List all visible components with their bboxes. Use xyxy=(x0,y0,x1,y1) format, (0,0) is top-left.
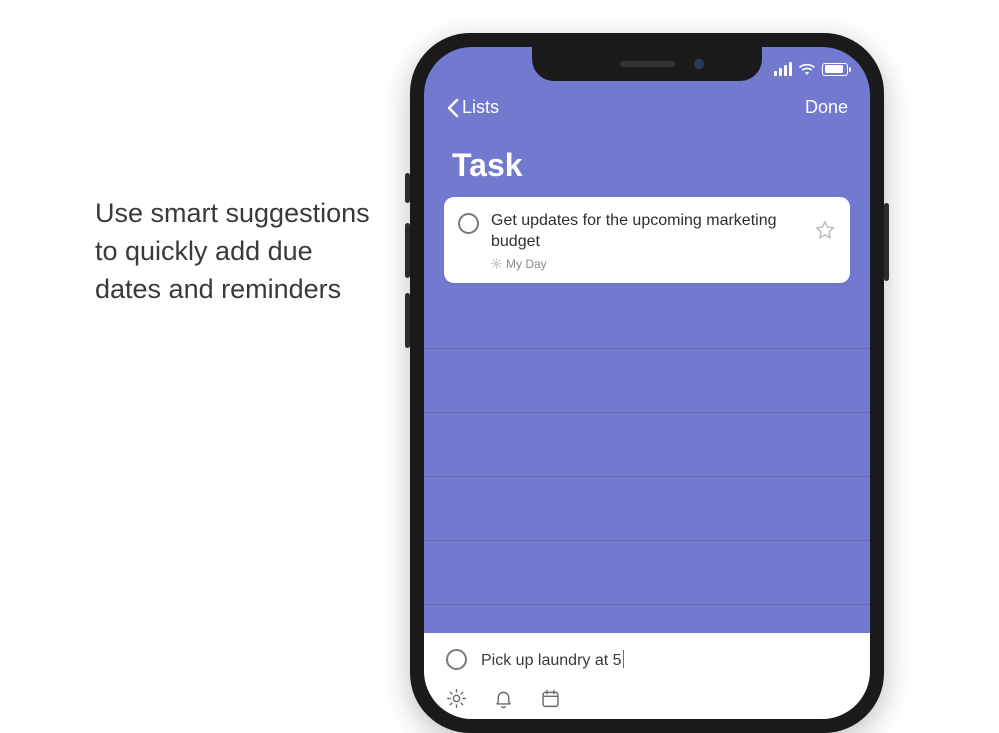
phone-frame: Lists Done Task Get updates for the upco… xyxy=(410,33,884,733)
task-sublabel: My Day xyxy=(491,257,802,271)
marketing-caption: Use smart suggestions to quickly add due… xyxy=(95,195,375,308)
phone-speaker xyxy=(620,61,675,67)
new-task-input[interactable]: Pick up laundry at 5 xyxy=(481,650,624,670)
sun-icon[interactable] xyxy=(446,688,467,709)
done-button[interactable]: Done xyxy=(805,97,848,118)
battery-icon xyxy=(822,63,848,76)
phone-screen: Lists Done Task Get updates for the upco… xyxy=(424,47,870,719)
phone-notch xyxy=(532,47,762,81)
back-button[interactable]: Lists xyxy=(446,97,499,118)
task-complete-radio[interactable] xyxy=(458,213,479,234)
bell-icon[interactable] xyxy=(493,688,514,709)
phone-volume-up xyxy=(405,223,410,278)
task-title: Get updates for the upcoming marketing b… xyxy=(491,211,802,253)
phone-mute-switch xyxy=(405,173,410,203)
star-icon[interactable] xyxy=(814,219,836,241)
new-task-panel: Pick up laundry at 5 xyxy=(424,633,870,719)
chevron-left-icon xyxy=(446,98,460,118)
phone-power-button xyxy=(884,203,889,281)
calendar-icon[interactable] xyxy=(540,688,561,709)
signal-icon xyxy=(774,62,792,76)
text-cursor xyxy=(623,650,625,668)
nav-bar: Lists Done xyxy=(424,97,870,118)
page-title: Task xyxy=(452,147,523,184)
sun-icon xyxy=(491,258,502,269)
status-bar xyxy=(774,47,848,91)
phone-volume-down xyxy=(405,293,410,348)
task-card[interactable]: Get updates for the upcoming marketing b… xyxy=(444,197,850,283)
back-label: Lists xyxy=(462,97,499,118)
new-task-radio[interactable] xyxy=(446,649,467,670)
wifi-icon xyxy=(798,62,816,76)
phone-camera xyxy=(694,59,704,69)
